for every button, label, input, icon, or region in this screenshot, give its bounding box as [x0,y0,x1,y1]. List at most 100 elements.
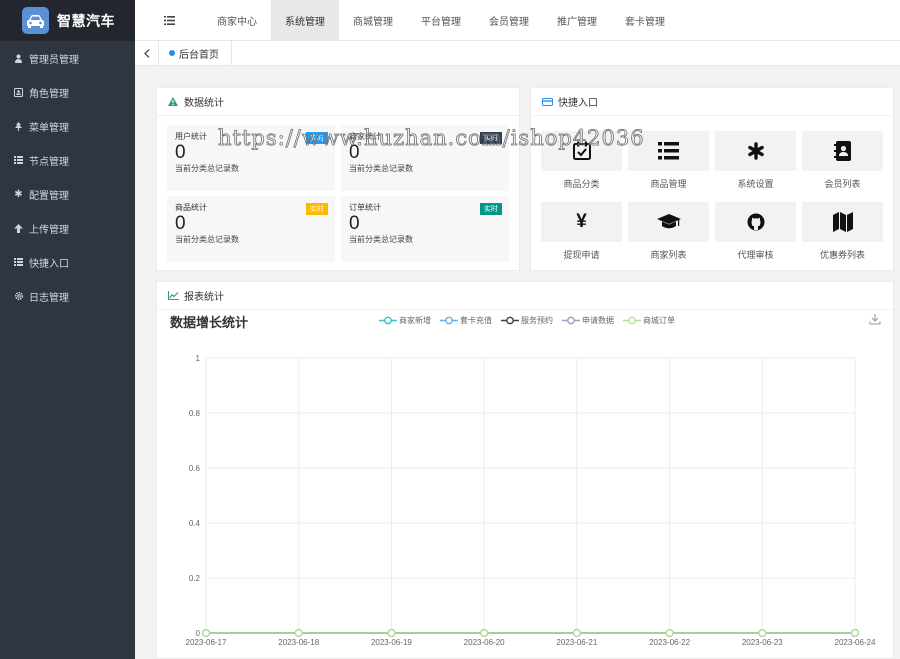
list-icon [12,258,25,266]
stat-label: 订单统计 [349,203,381,212]
realtime-badge: 实时 [306,132,328,144]
list-icon [12,156,25,164]
tab-mall-management[interactable]: 商城管理 [339,0,407,40]
data-point[interactable] [572,629,581,637]
line-chart: 0 0.2 0.4 0.6 0.8 1 2023-06-17 2023-06-18 2023-0… [186,354,876,647]
quick-label[interactable]: 系统设置 [715,177,796,190]
report-card: 报表统计 数据增长统计 商家新增 套卡充值 服务预约 申请数据 商城订单 0 0.2 0.4… [156,281,894,659]
stats-card-title: 数据统计 [184,98,224,109]
stat-label: 商品统计 [175,203,207,212]
tab-promotion-management[interactable]: 推广管理 [543,0,611,40]
stat-value: 0 [349,213,360,234]
x-tick-label: 2023-06-18 [278,638,319,647]
sidebar-item-shortcuts[interactable]: 快捷入口 [0,245,135,279]
address-book-icon [833,141,851,161]
line-chart-icon [167,291,179,300]
y-tick-label: 1 [196,354,201,363]
stats-card-header: 数据统计 [157,88,519,116]
sidebar-item-label: 菜单管理 [29,122,69,134]
quick-member-list[interactable] [802,131,883,171]
chevron-left-icon[interactable] [135,40,159,66]
quick-label[interactable]: 代理审核 [715,248,796,261]
user-icon [12,54,25,63]
tree-icon [12,121,25,131]
quick-label[interactable]: 商品管理 [628,177,709,190]
report-card-title: 报表统计 [184,292,224,303]
stat-value: 0 [175,142,186,163]
stat-value: 0 [175,213,186,234]
quick-merchant-list[interactable] [628,202,709,242]
asterisk-icon: ✱ [14,188,23,200]
stat-block-merchants: 商家统计 实时 0 当前分类总记录数 [341,125,509,191]
quick-label[interactable]: 优惠券列表 [802,248,883,261]
y-tick-label: 0.8 [189,409,201,418]
quick-entry-title: 快捷入口 [558,98,598,109]
upload-arrow-icon [12,223,25,233]
quick-withdrawal-request[interactable]: ¥ [541,202,622,242]
sidebar-item-menus[interactable]: 菜单管理 [0,109,135,143]
quick-entry-card: 快捷入口 商品分类 商品管理 系统设置 会员列表 ¥ 提现申请 商家列表 代理审… [530,87,894,271]
data-point[interactable] [758,629,767,637]
tab-platform-management[interactable]: 平台管理 [407,0,475,40]
quick-coupon-list[interactable] [802,202,883,242]
y-tick-label: 0 [196,629,201,638]
tab-merchant-center[interactable]: 商家中心 [203,0,271,40]
stat-block-users: 用户统计 实时 0 当前分类总记录数 [167,125,335,191]
credit-card-icon [541,97,553,106]
quick-entry-header: 快捷入口 [531,88,893,116]
home-page-tab[interactable]: 后台首页 [159,40,232,66]
quick-label[interactable]: 商品分类 [541,177,622,190]
quick-label[interactable]: 会员列表 [802,177,883,190]
sidebar-item-logs[interactable]: 日志管理 [0,279,135,313]
data-point[interactable] [202,629,210,637]
tab-member-management[interactable]: 会员管理 [475,0,543,40]
stat-desc: 当前分类总记录数 [175,235,239,244]
brand[interactable]: 智慧汽车 [0,0,135,41]
tab-system-management[interactable]: 系统管理 [271,0,339,40]
x-tick-label: 2023-06-23 [742,638,783,647]
sidebar-item-upload[interactable]: 上传管理 [0,211,135,245]
x-tick-label: 2023-06-24 [835,638,876,647]
tab-card-management[interactable]: 套卡管理 [611,0,679,40]
stat-label: 用户统计 [175,132,207,141]
id-card-icon [12,87,25,97]
sidebar-item-label: 配置管理 [29,190,69,202]
quick-agent-review[interactable] [715,202,796,242]
active-dot-icon [169,50,175,56]
page-tabs: 后台首页 [135,40,900,66]
list-icon [658,142,679,160]
data-point[interactable] [851,629,859,637]
calendar-check-icon [572,141,591,160]
quick-product-category[interactable] [541,131,622,171]
sidebar-item-config[interactable]: ✱ 配置管理 [0,177,135,211]
realtime-badge: 实时 [306,203,328,215]
sidebar-item-label: 上传管理 [29,224,69,236]
stat-label: 商家统计 [349,132,381,141]
top-nav: 商家中心 系统管理 商城管理 平台管理 会员管理 推广管理 套卡管理 [135,0,900,41]
stat-block-orders: 订单统计 实时 0 当前分类总记录数 [341,196,509,262]
data-point[interactable] [665,629,674,637]
quick-system-settings[interactable] [715,131,796,171]
sidebar-item-roles[interactable]: 角色管理 [0,75,135,109]
data-point[interactable] [387,629,396,637]
y-tick-label: 0.6 [189,464,201,473]
sidebar-item-label: 管理员管理 [29,54,79,66]
asterisk-icon [747,142,764,160]
quick-label[interactable]: 提现申请 [541,248,622,261]
stat-desc: 当前分类总记录数 [175,164,239,173]
stat-desc: 当前分类总记录数 [349,235,413,244]
data-point[interactable] [480,629,489,637]
data-point[interactable] [294,629,303,637]
sidebar-item-label: 角色管理 [29,88,69,100]
x-tick-label: 2023-06-19 [371,638,412,647]
sidebar-item-nodes[interactable]: 节点管理 [0,143,135,177]
sidebar-item-admin[interactable]: 管理员管理 [0,41,135,75]
quick-product-management[interactable] [628,131,709,171]
map-icon [832,212,853,232]
app-title: 智慧汽车 [57,12,115,29]
home-tab-label: 后台首页 [179,49,219,61]
quick-label[interactable]: 商家列表 [628,248,709,261]
x-tick-label: 2023-06-17 [186,638,227,647]
menu-toggle-icon[interactable] [135,0,203,40]
stat-value: 0 [349,142,360,163]
